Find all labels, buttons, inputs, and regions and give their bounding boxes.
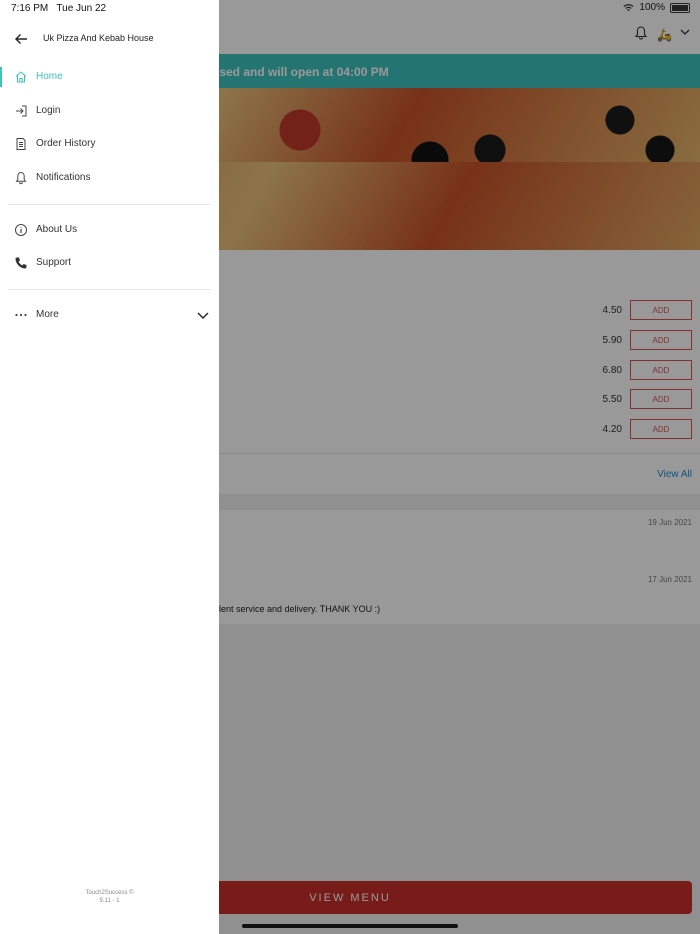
- drawer-item-label: Notifications: [36, 172, 91, 183]
- drawer-header: Uk Pizza And Kebab House: [0, 27, 219, 51]
- drawer-item-order-history[interactable]: Order History: [0, 133, 219, 155]
- status-time: 7:16 PM Tue Jun 22: [11, 3, 107, 14]
- drawer-item-support[interactable]: Support: [0, 252, 219, 274]
- drawer-item-more[interactable]: More: [0, 304, 219, 326]
- status-right: 100%: [623, 2, 690, 13]
- restaurant-name: Uk Pizza And Kebab House: [43, 33, 154, 43]
- chevron-down-icon[interactable]: [197, 310, 209, 320]
- dots-icon: [15, 313, 27, 317]
- phone-icon: [15, 257, 27, 269]
- footer-brand: Touch2Success ©: [85, 890, 134, 896]
- drawer-item-label: More: [36, 309, 59, 320]
- drawer-item-notifications[interactable]: Notifications: [0, 167, 219, 189]
- wifi-icon: [623, 4, 634, 12]
- side-drawer: Uk Pizza And Kebab House Home Login Orde…: [0, 0, 219, 934]
- drawer-item-label: Login: [36, 105, 61, 116]
- battery-icon: [670, 2, 690, 13]
- back-arrow-icon[interactable]: [14, 32, 28, 46]
- drawer-item-label: Home: [36, 71, 63, 82]
- footer-version: 9.11 - 1: [99, 898, 120, 904]
- bell-icon: [15, 171, 27, 185]
- drawer-item-about-us[interactable]: About Us: [0, 219, 219, 241]
- drawer-divider: [8, 289, 211, 290]
- active-indicator: [0, 67, 2, 87]
- home-indicator: [242, 924, 458, 928]
- drawer-divider: [8, 204, 211, 205]
- drawer-item-login[interactable]: Login: [0, 100, 219, 122]
- login-icon: [16, 105, 27, 117]
- status-bar: 7:16 PM Tue Jun 22 100%: [0, 0, 700, 18]
- battery-percent: 100%: [639, 2, 665, 13]
- drawer-item-label: About Us: [36, 224, 78, 235]
- home-icon: [15, 71, 27, 83]
- drawer-item-label: Order History: [36, 138, 96, 149]
- receipt-icon: [16, 138, 26, 150]
- drawer-item-home[interactable]: Home: [0, 66, 219, 88]
- drawer-item-label: Support: [36, 257, 72, 268]
- info-icon: [15, 224, 27, 236]
